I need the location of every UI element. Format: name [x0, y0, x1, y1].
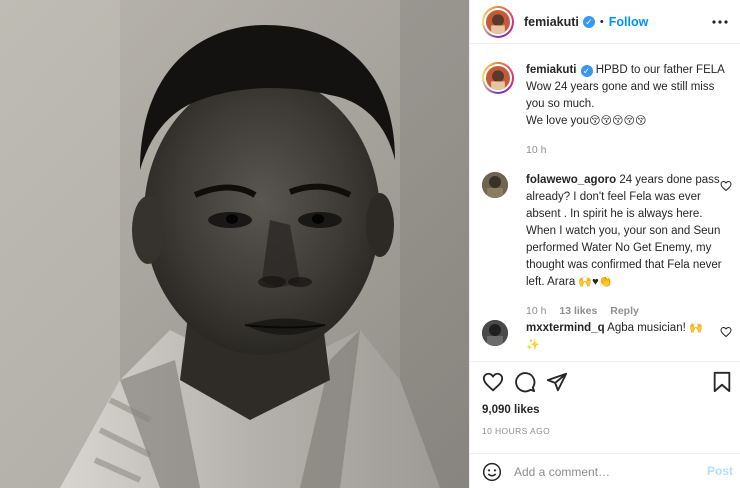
caption-avatar[interactable] — [482, 62, 514, 94]
comment-icon[interactable] — [514, 371, 536, 393]
instagram-post: femiakuti ✓ • Follow femiakuti ✓ HPBD to … — [0, 0, 740, 488]
comment-body: Agba musician! — [607, 322, 686, 334]
share-icon[interactable] — [546, 371, 568, 393]
caption-emojis: 😚😚😚😚😚 — [589, 115, 647, 127]
caption-username[interactable]: femiakuti — [526, 64, 577, 76]
caption-time[interactable]: 10 h — [526, 144, 546, 156]
comment-input[interactable] — [514, 463, 694, 481]
emoji-icon[interactable] — [482, 462, 502, 482]
comment-time[interactable]: 10 h — [526, 305, 546, 317]
action-bar — [470, 361, 740, 401]
post-photo[interactable] — [0, 0, 469, 488]
heart-small-icon[interactable] — [720, 180, 732, 192]
caption-text: femiakuti ✓ HPBD to our father FELA Wow 2… — [526, 62, 726, 159]
comment-emojis: 🙌 — [689, 322, 703, 334]
more-icon[interactable] — [711, 13, 729, 31]
post-side-panel: femiakuti ✓ • Follow femiakuti ✓ HPBD to … — [469, 0, 740, 488]
save-icon[interactable] — [711, 371, 733, 393]
comments-section: femiakuti ✓ HPBD to our father FELA Wow 2… — [470, 45, 740, 360]
author-username[interactable]: femiakuti — [524, 15, 579, 29]
caption-body-2: We love you — [526, 115, 590, 127]
add-comment-bar: Post — [470, 453, 740, 488]
comment-emojis-2: ✨ — [526, 339, 540, 351]
post-header: femiakuti ✓ • Follow — [470, 0, 740, 44]
portrait-image — [0, 0, 469, 488]
comment-item: folawewo_agoro 24 years done pass alread… — [482, 172, 736, 317]
verified-icon: ✓ — [582, 15, 595, 28]
comment-emojis: 🙌♥👏 — [578, 276, 613, 288]
caption-meta: 10 h — [526, 142, 726, 159]
comment-item: mxxtermind_q Agba musician! 🙌 ✨ — [482, 320, 736, 360]
caption: femiakuti ✓ HPBD to our father FELA Wow 2… — [482, 62, 736, 162]
follow-button[interactable]: Follow — [609, 15, 649, 29]
commenter-avatar[interactable] — [482, 320, 508, 346]
reply-button[interactable]: Reply — [610, 305, 639, 317]
heart-small-icon[interactable] — [720, 326, 732, 338]
author-avatar[interactable] — [482, 5, 514, 38]
comment-text: mxxtermind_q Agba musician! 🙌 ✨ — [526, 320, 726, 354]
commenter-username[interactable]: folawewo_agoro — [526, 174, 616, 186]
comment-likes[interactable]: 13 likes — [559, 305, 597, 317]
separator-dot: • — [599, 15, 604, 28]
heart-icon[interactable] — [482, 371, 504, 393]
comment-body: 24 years done pass already? I don't feel… — [526, 174, 722, 288]
commenter-username[interactable]: mxxtermind_q — [526, 322, 605, 334]
post-time-ago[interactable]: 10 HOURS AGO — [482, 426, 550, 436]
likes-count[interactable]: 9,090 likes — [482, 404, 540, 416]
post-comment-button[interactable]: Post — [707, 464, 733, 478]
comment-text: folawewo_agoro 24 years done pass alread… — [526, 172, 726, 320]
commenter-avatar[interactable] — [482, 172, 508, 198]
verified-icon: ✓ — [580, 65, 593, 77]
comment-meta: 10 h 13 likes Reply — [526, 303, 726, 320]
